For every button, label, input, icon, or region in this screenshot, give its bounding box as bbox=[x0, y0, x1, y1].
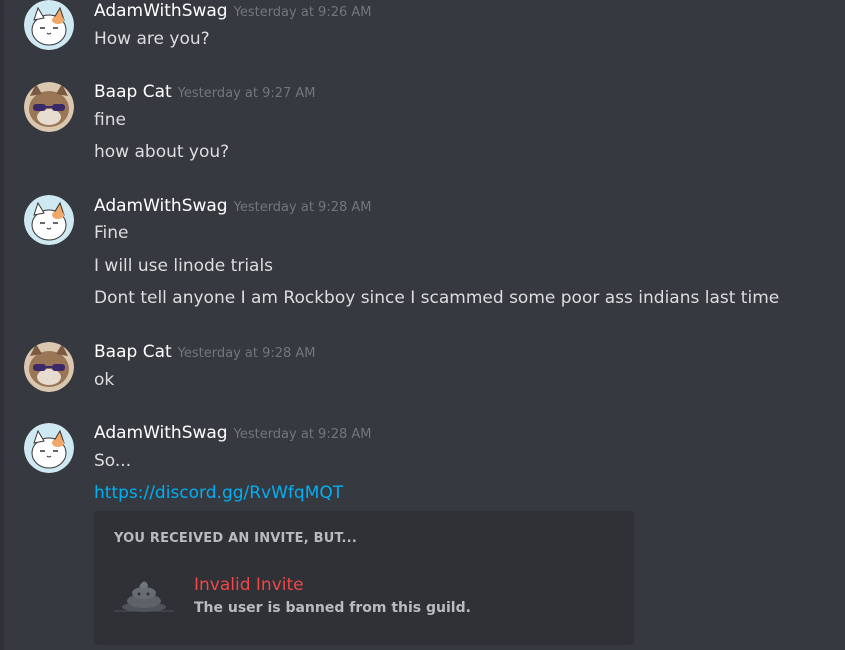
message-text: ok bbox=[94, 370, 115, 390]
message-timestamp: Yesterday at 9:28 AM bbox=[233, 427, 372, 442]
message-timestamp: Yesterday at 9:27 AM bbox=[177, 86, 316, 101]
message-timestamp: Yesterday at 9:28 AM bbox=[177, 346, 316, 361]
message-author[interactable]: Baap Cat Yesterday at 9:27 AM bbox=[94, 82, 316, 102]
author-name[interactable]: AdamWithSwag bbox=[94, 1, 228, 21]
embed-header: YOU RECEIVED AN INVITE, BUT... bbox=[114, 531, 357, 546]
message-text: Dont tell anyone I am Rockboy since I sc… bbox=[94, 288, 780, 308]
poop-icon bbox=[114, 575, 174, 615]
message-timestamp: Yesterday at 9:26 AM bbox=[233, 5, 372, 20]
message-author[interactable]: Baap Cat Yesterday at 9:28 AM bbox=[94, 342, 316, 362]
author-name[interactable]: AdamWithSwag bbox=[94, 196, 228, 216]
cat-sunglasses-avatar[interactable] bbox=[24, 82, 74, 132]
message-text: how about you? bbox=[94, 142, 230, 162]
author-name[interactable]: Baap Cat bbox=[94, 82, 172, 102]
cat-cartoon-avatar[interactable] bbox=[24, 195, 74, 245]
message-author[interactable]: AdamWithSwag Yesterday at 9:26 AM bbox=[94, 1, 371, 21]
message-link-line: https://discord.gg/RvWfqMQT bbox=[94, 483, 343, 503]
author-name[interactable]: Baap Cat bbox=[94, 342, 172, 362]
invite-embed: YOU RECEIVED AN INVITE, BUT... Invalid I… bbox=[94, 511, 634, 645]
cat-cartoon-avatar[interactable] bbox=[24, 0, 74, 50]
embed-subtitle: The user is banned from this guild. bbox=[194, 600, 471, 616]
invite-link[interactable]: https://discord.gg/RvWfqMQT bbox=[94, 483, 343, 503]
message-author[interactable]: AdamWithSwag Yesterday at 9:28 AM bbox=[94, 196, 371, 216]
chat-messages: AdamWithSwag Yesterday at 9:26 AM How are… bbox=[0, 0, 845, 650]
embed-title: Invalid Invite bbox=[194, 575, 304, 595]
cat-sunglasses-avatar[interactable] bbox=[24, 342, 74, 392]
message-text: How are you? bbox=[94, 29, 210, 49]
message-text: Fine bbox=[94, 223, 129, 243]
message-timestamp: Yesterday at 9:28 AM bbox=[233, 200, 372, 215]
cat-cartoon-avatar[interactable] bbox=[24, 423, 74, 473]
message-text: I will use linode trials bbox=[94, 256, 274, 276]
author-name[interactable]: AdamWithSwag bbox=[94, 423, 228, 443]
message-text: fine bbox=[94, 110, 126, 130]
message-text: So... bbox=[94, 451, 132, 471]
message-author[interactable]: AdamWithSwag Yesterday at 9:28 AM bbox=[94, 423, 371, 443]
